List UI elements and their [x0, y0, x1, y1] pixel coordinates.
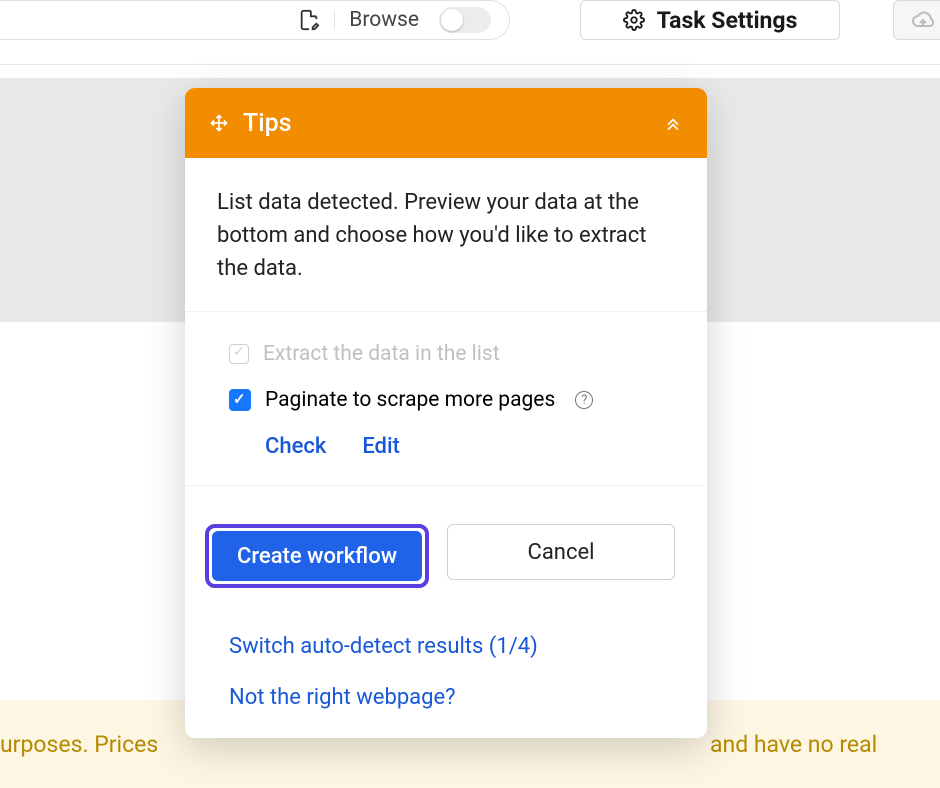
browse-label: Browse	[349, 8, 419, 32]
cancel-button[interactable]: Cancel	[447, 524, 675, 580]
task-settings-button[interactable]: Task Settings	[580, 0, 840, 40]
option-paginate-label: Paginate to scrape more pages	[265, 388, 555, 412]
top-toolbar: Browse Task Settings	[0, 0, 940, 65]
url-pill: Browse	[0, 0, 510, 40]
tips-actions: Create workflow Cancel Switch auto-detec…	[185, 486, 707, 738]
tips-title: Tips	[243, 109, 292, 138]
tips-body-text: List data detected. Preview your data at…	[185, 158, 707, 312]
browse-toggle[interactable]	[439, 7, 491, 33]
collapse-icon[interactable]	[663, 113, 683, 133]
move-icon	[209, 113, 229, 133]
extra-links: Switch auto-detect results (1/4) Not the…	[229, 634, 687, 710]
banner-text-right: and have no real	[710, 731, 877, 758]
switch-results-link[interactable]: Switch auto-detect results (1/4)	[229, 634, 687, 659]
cloud-upload-button[interactable]	[893, 0, 940, 40]
gear-icon	[623, 9, 645, 31]
create-workflow-button[interactable]: Create workflow	[212, 531, 422, 581]
option-extract-list: Extract the data in the list	[229, 342, 675, 366]
not-right-webpage-link[interactable]: Not the right webpage?	[229, 685, 687, 710]
checkbox-checked-icon[interactable]	[229, 389, 251, 411]
toggle-knob	[441, 9, 463, 31]
document-edit-icon[interactable]	[298, 9, 320, 31]
tips-header[interactable]: Tips	[185, 88, 707, 158]
help-icon[interactable]: ?	[575, 391, 593, 409]
check-link[interactable]: Check	[265, 434, 326, 459]
create-workflow-highlight: Create workflow	[205, 524, 429, 588]
separator	[334, 11, 335, 29]
banner-text-left: urposes. Prices	[0, 731, 158, 758]
paginate-sub-links: Check Edit	[265, 434, 675, 459]
tips-popover: Tips List data detected. Preview your da…	[185, 88, 707, 738]
checkbox-disabled-icon	[229, 344, 249, 364]
option-extract-label: Extract the data in the list	[263, 342, 500, 366]
tips-options: Extract the data in the list Paginate to…	[185, 312, 707, 486]
task-settings-label: Task Settings	[657, 7, 798, 34]
option-paginate[interactable]: Paginate to scrape more pages ?	[229, 388, 675, 412]
edit-link[interactable]: Edit	[362, 434, 400, 459]
cloud-upload-icon	[911, 8, 935, 32]
